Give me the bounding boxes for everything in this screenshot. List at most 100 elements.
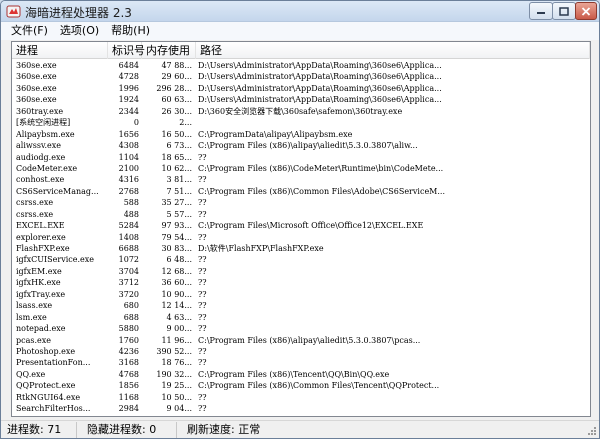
process-name-cell: aliwssv.exe — [16, 141, 62, 151]
process-path-cell: ?? — [198, 175, 207, 185]
table-row[interactable]: notepad.exe 5880 9 00...?? — [12, 323, 590, 334]
process-path-cell: ?? — [198, 324, 207, 334]
list-rows: 360se.exe 6484 47 88... D:\Users\Administra… — [12, 60, 590, 416]
process-name-cell: igfxHK.exe — [16, 278, 61, 288]
column-header-path[interactable]: 路径 — [196, 42, 590, 59]
process-pid-cell: 4236 — [118, 346, 139, 356]
table-row[interactable]: lsass.exe 680 12 14...?? — [12, 300, 590, 311]
process-path-cell: C:\Program Files (x86)\CodeMeter\Runtime… — [198, 163, 444, 173]
process-memory-cell: 79 54... — [161, 232, 192, 242]
table-row[interactable]: EXCEL.EXE 5284 97 93... C:\Program Files\Mi… — [12, 220, 590, 231]
status-bar: 进程数: 71 隐藏进程数: 0 刷新速度: 正常 — [1, 420, 599, 438]
table-row[interactable]: explorer.exe 1408 79 54...?? — [12, 232, 590, 243]
process-pid-cell: 1072 — [118, 255, 139, 265]
process-pid-cell: 5880 — [118, 324, 139, 334]
process-memory-cell: 190 32... — [156, 369, 192, 379]
column-header-memory[interactable]: 内存使用 — [142, 42, 196, 59]
status-hidden-count: 隐藏进程数: 0 — [81, 422, 177, 438]
table-row[interactable]: 360tray.exe 2344 26 30... D:\360安全浏览器下载\360… — [12, 106, 590, 117]
table-row[interactable]: pcas.exe 1760 11 96... C:\Program Files (x8… — [12, 335, 590, 346]
process-pid-cell: 3712 — [118, 278, 139, 288]
process-path-cell: ?? — [198, 266, 207, 276]
process-path-cell: ?? — [198, 278, 207, 288]
close-button[interactable] — [575, 2, 597, 20]
title-bar[interactable]: 海暗进程处理器 2.3 — [1, 1, 599, 22]
resize-grip-icon[interactable] — [587, 426, 597, 436]
process-memory-cell: 36 60... — [161, 278, 192, 288]
table-row[interactable]: CodeMeter.exe 2100 10 62... C:\Program File… — [12, 163, 590, 174]
menu-file[interactable]: 文件(F) — [5, 22, 54, 40]
process-path-cell: ?? — [198, 198, 207, 208]
process-memory-cell: 26 30... — [161, 106, 192, 116]
process-pid-cell: 1168 — [118, 392, 139, 402]
maximize-button[interactable] — [552, 2, 576, 20]
process-name-cell: RtkNGUI64.exe — [16, 392, 81, 402]
process-name-cell: csrss.exe — [16, 198, 54, 208]
table-row[interactable]: SearchFilterHos... 2984 9 04...?? — [12, 403, 590, 414]
process-memory-cell: 35 27... — [161, 198, 192, 208]
table-row[interactable]: QQ.exe 4768 190 32... C:\Program Files (x86… — [12, 369, 590, 380]
menu-help[interactable]: 帮助(H) — [105, 22, 156, 40]
table-row[interactable]: igfxCUIService.exe 1072 6 48...?? — [12, 254, 590, 265]
process-memory-cell: 29 60... — [161, 72, 192, 82]
window-title: 海暗进程处理器 2.3 — [25, 6, 132, 20]
table-row[interactable]: CS6ServiceManag... 2768 7 51... C:\Program … — [12, 186, 590, 197]
process-memory-cell: 3 81... — [166, 175, 192, 185]
process-name-cell: conhost.exe — [16, 175, 65, 185]
table-row[interactable]: 360se.exe 1924 60 63... D:\Users\Administra… — [12, 94, 590, 105]
table-row[interactable]: lsm.exe 688 4 63...?? — [12, 312, 590, 323]
table-row[interactable]: PresentationFon... 3168 18 76...?? — [12, 357, 590, 368]
process-pid-cell: 3720 — [118, 289, 139, 299]
table-row[interactable]: Photoshop.exe 4236 390 52...?? — [12, 346, 590, 357]
table-row[interactable]: 360se.exe 4728 29 60... D:\Users\Administra… — [12, 71, 590, 82]
process-memory-cell: 6 48... — [166, 255, 192, 265]
table-row[interactable]: aliwssv.exe 4308 6 73... C:\Program Files (… — [12, 140, 590, 151]
process-name-cell: igfxCUIService.exe — [16, 255, 95, 265]
process-list[interactable]: 进程 标识号 内存使用 路径 360se.exe 6484 47 88... D:\U… — [11, 41, 591, 417]
process-pid-cell: 1656 — [118, 129, 139, 139]
process-memory-cell: 5 57... — [166, 209, 192, 219]
table-row[interactable]: QQProtect.exe 1856 19 25... C:\Program File… — [12, 380, 590, 391]
table-row[interactable]: conhost.exe 4316 3 81...?? — [12, 174, 590, 185]
table-row[interactable]: igfxHK.exe 3712 36 60...?? — [12, 277, 590, 288]
table-row[interactable]: igfxEM.exe 3704 12 68...?? — [12, 266, 590, 277]
process-name-cell: CodeMeter.exe — [16, 163, 78, 173]
table-row[interactable]: csrss.exe 588 35 27...?? — [12, 197, 590, 208]
process-name-cell: [系统空闲进程] — [16, 118, 71, 128]
table-row[interactable]: csrss.exe 488 5 57...?? — [12, 209, 590, 220]
table-row[interactable]: igfxTray.exe 3720 10 90...?? — [12, 289, 590, 300]
process-path-cell: C:\Program Files (x86)\Tencent\QQ\Bin\QQ… — [198, 369, 390, 379]
process-name-cell: igfxEM.exe — [16, 266, 62, 276]
process-memory-cell: 296 28... — [156, 83, 192, 93]
process-memory-cell: 47 88... — [161, 61, 192, 70]
process-path-cell: C:\Program Files (x86)\Common Files\Tenc… — [198, 381, 440, 391]
process-pid-cell: 1856 — [118, 381, 139, 391]
table-row[interactable]: [系统空闲进程] 0 2... — [12, 117, 590, 128]
column-header-name[interactable]: 进程 — [12, 42, 108, 59]
process-path-cell: C:\Program Files (x86)\Common Files\Adob… — [198, 186, 445, 196]
process-memory-cell: 12 14... — [161, 301, 192, 311]
process-pid-cell: 3704 — [118, 266, 139, 276]
process-memory-cell: 60 63... — [161, 95, 192, 105]
process-pid-cell: 6484 — [118, 61, 139, 70]
table-row[interactable]: FlashFXP.exe 6688 30 83... D:\软件\FlashFXP\F… — [12, 243, 590, 254]
process-path-cell: D:\Users\Administrator\AppData\Roaming\3… — [198, 72, 442, 82]
process-path-cell: ?? — [198, 301, 207, 311]
table-row[interactable]: audiodg.exe 1104 18 65...?? — [12, 152, 590, 163]
app-window: 海暗进程处理器 2.3 文件(F) 选项(O) 帮助(H) 进程 标识号 内存使… — [0, 0, 600, 439]
table-row[interactable]: 360se.exe 6484 47 88... D:\Users\Administra… — [12, 60, 590, 71]
process-path-cell: ?? — [198, 404, 207, 414]
process-name-cell: 360tray.exe — [16, 106, 64, 116]
process-memory-cell: 11 96... — [161, 335, 192, 345]
process-memory-cell: 9 00... — [166, 324, 192, 334]
menu-options[interactable]: 选项(O) — [54, 22, 105, 40]
column-header-pid[interactable]: 标识号 — [108, 42, 145, 59]
app-icon — [6, 5, 21, 18]
table-row[interactable]: 360se.exe 1996 296 28... D:\Users\Administr… — [12, 83, 590, 94]
table-row[interactable]: RtkNGUI64.exe 1168 10 50...?? — [12, 392, 590, 403]
process-path-cell: ?? — [198, 392, 207, 402]
table-row[interactable]: Alipaybsm.exe 1656 16 50... C:\ProgramData\… — [12, 129, 590, 140]
minimize-button[interactable] — [529, 2, 553, 20]
process-memory-cell: 10 62... — [161, 163, 192, 173]
process-memory-cell: 2... — [179, 118, 192, 128]
